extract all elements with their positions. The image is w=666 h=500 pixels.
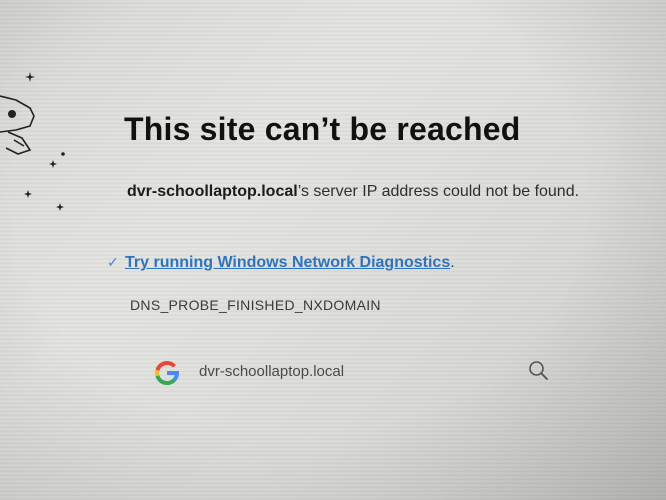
screen-scanlines (0, 0, 666, 500)
search-box[interactable]: dvr-schoollaptop.local (150, 355, 560, 391)
error-message-text: ’s server IP address could not be found. (297, 183, 580, 200)
diagnostics-period: . (450, 254, 455, 271)
magnifier-icon[interactable] (526, 358, 552, 384)
network-diagnostics-link[interactable]: Try running Windows Network Diagnostics (125, 254, 450, 271)
check-icon: ✓ (107, 254, 119, 270)
page-title: This site can’t be reached (124, 111, 521, 147)
error-code: DNS_PROBE_FINISHED_NXDOMAIN (130, 297, 381, 313)
error-message: dvr-schoollaptop.local’s server IP addre… (127, 178, 587, 205)
host-name: dvr-schoollaptop.local (127, 183, 298, 200)
search-query[interactable]: dvr-schoollaptop.local (199, 363, 344, 380)
dinosaur-icon (0, 72, 65, 211)
screen-vignette (0, 0, 666, 500)
diagnostics-suggestion: ✓ Try running Windows Network Diagnostics… (107, 254, 455, 272)
google-icon (155, 360, 180, 386)
